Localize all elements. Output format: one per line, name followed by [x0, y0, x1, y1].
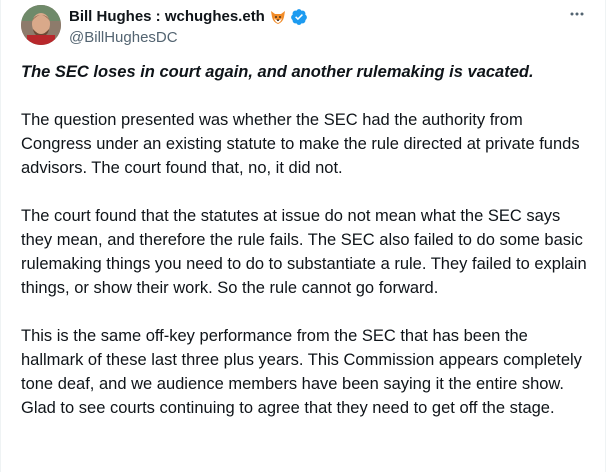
tweet-card: Bill Hughes : wchughes.eth @BillHughesDC [0, 0, 606, 472]
avatar-photo [21, 5, 61, 45]
fox-emoji-icon [269, 8, 287, 26]
author-display-name[interactable]: Bill Hughes : wchughes.eth [69, 7, 265, 27]
tweet-paragraph: The court found that the statutes at iss… [21, 207, 587, 297]
more-options-button[interactable] [565, 4, 589, 24]
tweet-paragraph: This is the same off-key performance fro… [21, 327, 582, 417]
verified-badge-icon [290, 8, 308, 26]
author-handle[interactable]: @BillHughesDC [69, 28, 308, 48]
avatar[interactable] [21, 5, 61, 45]
tweet-paragraph: The question presented was whether the S… [21, 111, 580, 177]
ellipsis-icon [570, 12, 584, 16]
tweet-headline: The SEC loses in court again, and anothe… [21, 63, 534, 81]
tweet-text: The SEC loses in court again, and anothe… [21, 60, 593, 444]
